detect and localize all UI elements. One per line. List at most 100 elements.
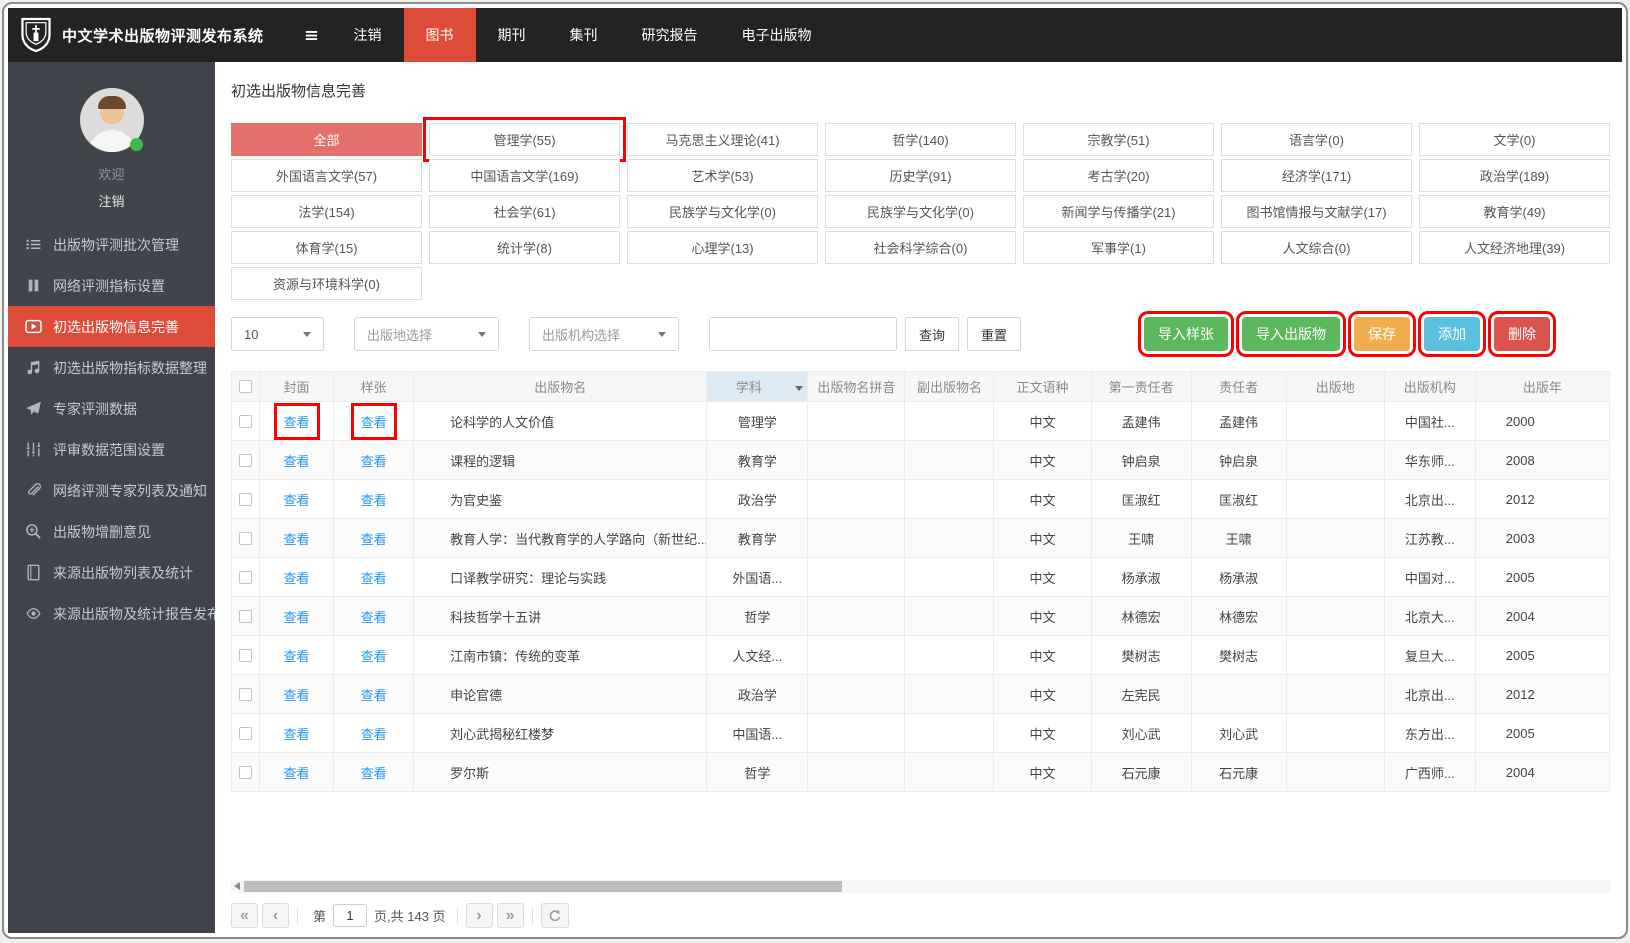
scroll-left-arrow-icon[interactable] — [234, 882, 240, 890]
view-sample-link[interactable]: 查看 — [359, 762, 389, 783]
nav-item-1[interactable]: 图书 — [403, 8, 476, 62]
category-button[interactable]: 图书馆情报与文献学(17) — [1221, 195, 1412, 228]
sidebar-item-3[interactable]: 初选出版物指标数据整理 — [8, 347, 215, 388]
view-cover-link[interactable]: 查看 — [282, 489, 312, 510]
select-all-checkbox[interactable] — [239, 380, 252, 393]
row-checkbox[interactable] — [239, 687, 252, 701]
import-publication-button[interactable]: 导入出版物 — [1236, 311, 1346, 357]
category-button[interactable]: 民族学与文化学(0) — [825, 195, 1016, 228]
category-button[interactable]: 经济学(171) — [1221, 159, 1412, 192]
place-select[interactable]: 出版地选择 — [354, 317, 499, 351]
sidebar-item-2[interactable]: 初选出版物信息完善 — [8, 306, 215, 347]
row-checkbox[interactable] — [239, 648, 252, 662]
view-cover-link[interactable]: 查看 — [282, 645, 312, 666]
view-cover-link[interactable]: 查看 — [282, 762, 312, 783]
row-checkbox[interactable] — [239, 570, 252, 584]
search-input[interactable] — [709, 317, 897, 351]
prev-page-button[interactable]: ‹ — [262, 903, 289, 928]
page-size-select[interactable]: 10 — [231, 317, 324, 351]
nav-item-3[interactable]: 集刊 — [548, 8, 620, 62]
sidebar-item-7[interactable]: 出版物增删意见 — [8, 511, 215, 552]
sidebar-logout-link[interactable]: 注销 — [8, 191, 215, 210]
category-button[interactable]: 全部 — [231, 123, 422, 156]
category-button[interactable]: 外国语言文学(57) — [231, 159, 422, 192]
category-button[interactable]: 法学(154) — [231, 195, 422, 228]
view-sample-link[interactable]: 查看 — [359, 606, 389, 627]
view-cover-link[interactable]: 查看 — [282, 723, 312, 744]
column-header[interactable]: 出版物名拼音 — [807, 371, 906, 402]
sidebar-item-6[interactable]: 网络评测专家列表及通知 — [8, 470, 215, 511]
column-header[interactable]: 样张 — [333, 371, 415, 402]
view-sample-link[interactable]: 查看 — [359, 723, 389, 744]
view-cover-link[interactable]: 查看 — [273, 402, 320, 440]
nav-item-0[interactable]: 注销 — [332, 8, 404, 62]
column-header[interactable]: 出版物名 — [413, 371, 708, 402]
view-cover-link[interactable]: 查看 — [282, 684, 312, 705]
category-button[interactable]: 中国语言文学(169) — [429, 159, 620, 192]
scrollbar-thumb[interactable] — [244, 881, 842, 892]
page-number-input[interactable] — [333, 904, 368, 927]
category-button[interactable]: 考古学(20) — [1023, 159, 1214, 192]
nav-item-5[interactable]: 电子出版物 — [720, 8, 834, 62]
category-button[interactable]: 体育学(15) — [231, 231, 422, 264]
view-sample-link[interactable]: 查看 — [359, 450, 389, 471]
add-button[interactable]: 添加 — [1418, 311, 1486, 357]
column-header[interactable]: 责任者 — [1190, 371, 1287, 402]
view-sample-link[interactable]: 查看 — [350, 402, 397, 440]
row-checkbox[interactable] — [239, 609, 252, 623]
view-sample-link[interactable]: 查看 — [359, 528, 389, 549]
category-button[interactable]: 哲学(140) — [825, 123, 1016, 156]
org-select[interactable]: 出版机构选择 — [529, 317, 679, 351]
column-header[interactable]: 封面 — [259, 371, 335, 402]
category-button[interactable]: 社会学(61) — [429, 195, 620, 228]
row-checkbox[interactable] — [239, 492, 252, 506]
delete-button[interactable]: 删除 — [1488, 311, 1556, 357]
category-button[interactable]: 心理学(13) — [627, 231, 818, 264]
menu-toggle-icon[interactable] — [292, 8, 332, 62]
view-cover-link[interactable]: 查看 — [282, 450, 312, 471]
sidebar-item-8[interactable]: 来源出版物列表及统计 — [8, 552, 215, 593]
nav-item-2[interactable]: 期刊 — [476, 8, 548, 62]
row-checkbox[interactable] — [239, 726, 252, 740]
view-cover-link[interactable]: 查看 — [282, 528, 312, 549]
column-header[interactable]: 第一责任者 — [1090, 371, 1192, 402]
category-button[interactable]: 文学(0) — [1419, 123, 1610, 156]
row-checkbox[interactable] — [239, 414, 252, 428]
row-checkbox[interactable] — [239, 531, 252, 545]
category-button[interactable]: 宗教学(51) — [1023, 123, 1214, 156]
view-cover-link[interactable]: 查看 — [282, 606, 312, 627]
view-sample-link[interactable]: 查看 — [359, 645, 389, 666]
category-button[interactable]: 统计学(8) — [429, 231, 620, 264]
category-button[interactable]: 语言学(0) — [1221, 123, 1412, 156]
row-checkbox[interactable] — [239, 453, 252, 467]
category-button[interactable]: 军事学(1) — [1023, 231, 1214, 264]
category-button[interactable]: 历史学(91) — [825, 159, 1016, 192]
category-button[interactable]: 民族学与文化学(0) — [627, 195, 818, 228]
view-sample-link[interactable]: 查看 — [359, 567, 389, 588]
column-header[interactable]: 学科 — [706, 371, 792, 402]
refresh-button[interactable] — [540, 903, 569, 928]
view-sample-link[interactable]: 查看 — [359, 489, 389, 510]
next-page-button[interactable]: › — [465, 903, 493, 928]
category-button[interactable]: 艺术学(53) — [627, 159, 818, 192]
sidebar-item-5[interactable]: 评审数据范围设置 — [8, 429, 215, 470]
last-page-button[interactable]: » — [496, 903, 524, 928]
category-button[interactable]: 政治学(189) — [1419, 159, 1610, 192]
category-button[interactable]: 社会科学综合(0) — [825, 231, 1016, 264]
first-page-button[interactable]: « — [231, 903, 258, 928]
subject-filter-button[interactable] — [790, 371, 809, 402]
category-button[interactable]: 资源与环境科学(0) — [231, 267, 422, 300]
column-header[interactable]: 出版地 — [1285, 371, 1385, 402]
sidebar-item-9[interactable]: 来源出版物及统计报告发布 — [8, 593, 215, 634]
category-button[interactable]: 教育学(49) — [1419, 195, 1610, 228]
sidebar-item-4[interactable]: 专家评测数据 — [8, 388, 215, 429]
category-button[interactable]: 管理学(55) — [423, 117, 626, 162]
category-button[interactable]: 人文经济地理(39) — [1419, 231, 1610, 264]
column-header[interactable]: 副出版物名 — [904, 371, 995, 402]
query-button[interactable]: 查询 — [905, 317, 960, 351]
category-button[interactable]: 人文综合(0) — [1221, 231, 1412, 264]
column-header[interactable]: 出版年 — [1474, 371, 1611, 402]
column-header[interactable]: 正文语种 — [993, 371, 1092, 402]
import-sample-button[interactable]: 导入样张 — [1138, 311, 1234, 357]
reset-button[interactable]: 重置 — [967, 317, 1022, 351]
